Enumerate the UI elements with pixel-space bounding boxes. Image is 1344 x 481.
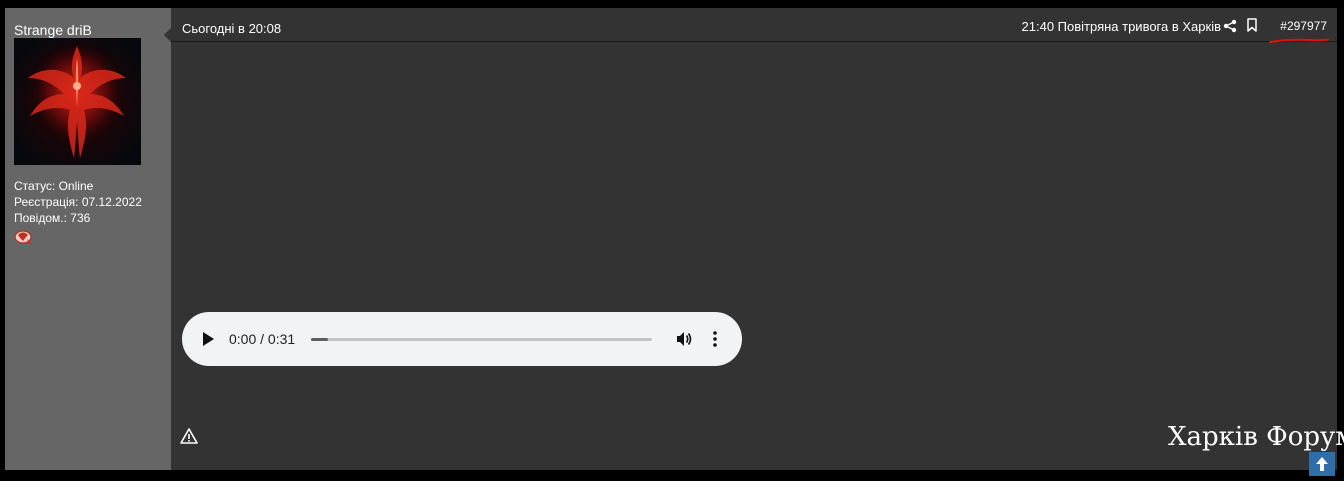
- red-annotation-underline: [1269, 38, 1329, 43]
- audio-player[interactable]: 0:00 / 0:31: [182, 312, 742, 366]
- arrow-up-icon: [1316, 457, 1328, 471]
- user-status: Статус: Online: [14, 179, 94, 193]
- audio-progress-track[interactable]: [311, 338, 652, 341]
- sidebar-notch: [164, 28, 171, 42]
- play-icon[interactable]: [201, 331, 215, 347]
- bookmark-icon[interactable]: [1246, 18, 1258, 32]
- scroll-to-top-button[interactable]: [1309, 452, 1335, 476]
- post-number-link[interactable]: #297977: [1280, 19, 1327, 33]
- post-date: Сьогодні в 20:08: [182, 21, 282, 36]
- avatar-phoenix-image: [27, 43, 127, 158]
- audio-progress-fill: [311, 338, 329, 341]
- share-icon[interactable]: [1223, 19, 1237, 33]
- more-vert-icon[interactable]: [711, 330, 719, 348]
- post-title: 21:40 Повітряна тривога в Харків: [1021, 19, 1221, 34]
- award-icon[interactable]: [14, 229, 34, 247]
- user-sidebar: Strange driB Статус: Online Реєстрація: …: [5, 8, 171, 470]
- user-registration: Реєстрація: 07.12.2022: [14, 195, 142, 209]
- warning-icon[interactable]: [180, 428, 198, 444]
- watermark-text: Харків Форум: [1168, 422, 1344, 452]
- user-post-count: Повідом.: 736: [14, 211, 91, 225]
- post-header: Сьогодні в 20:08 21:40 Повітряна тривога…: [171, 8, 1337, 43]
- username-link[interactable]: Strange driB: [14, 22, 92, 38]
- volume-icon[interactable]: [675, 330, 693, 348]
- audio-time: 0:00 / 0:31: [229, 331, 296, 347]
- post-container: Strange driB Статус: Online Реєстрація: …: [5, 8, 1337, 470]
- user-meta: Статус: Online Реєстрація: 07.12.2022 По…: [14, 178, 142, 226]
- avatar[interactable]: [14, 38, 141, 165]
